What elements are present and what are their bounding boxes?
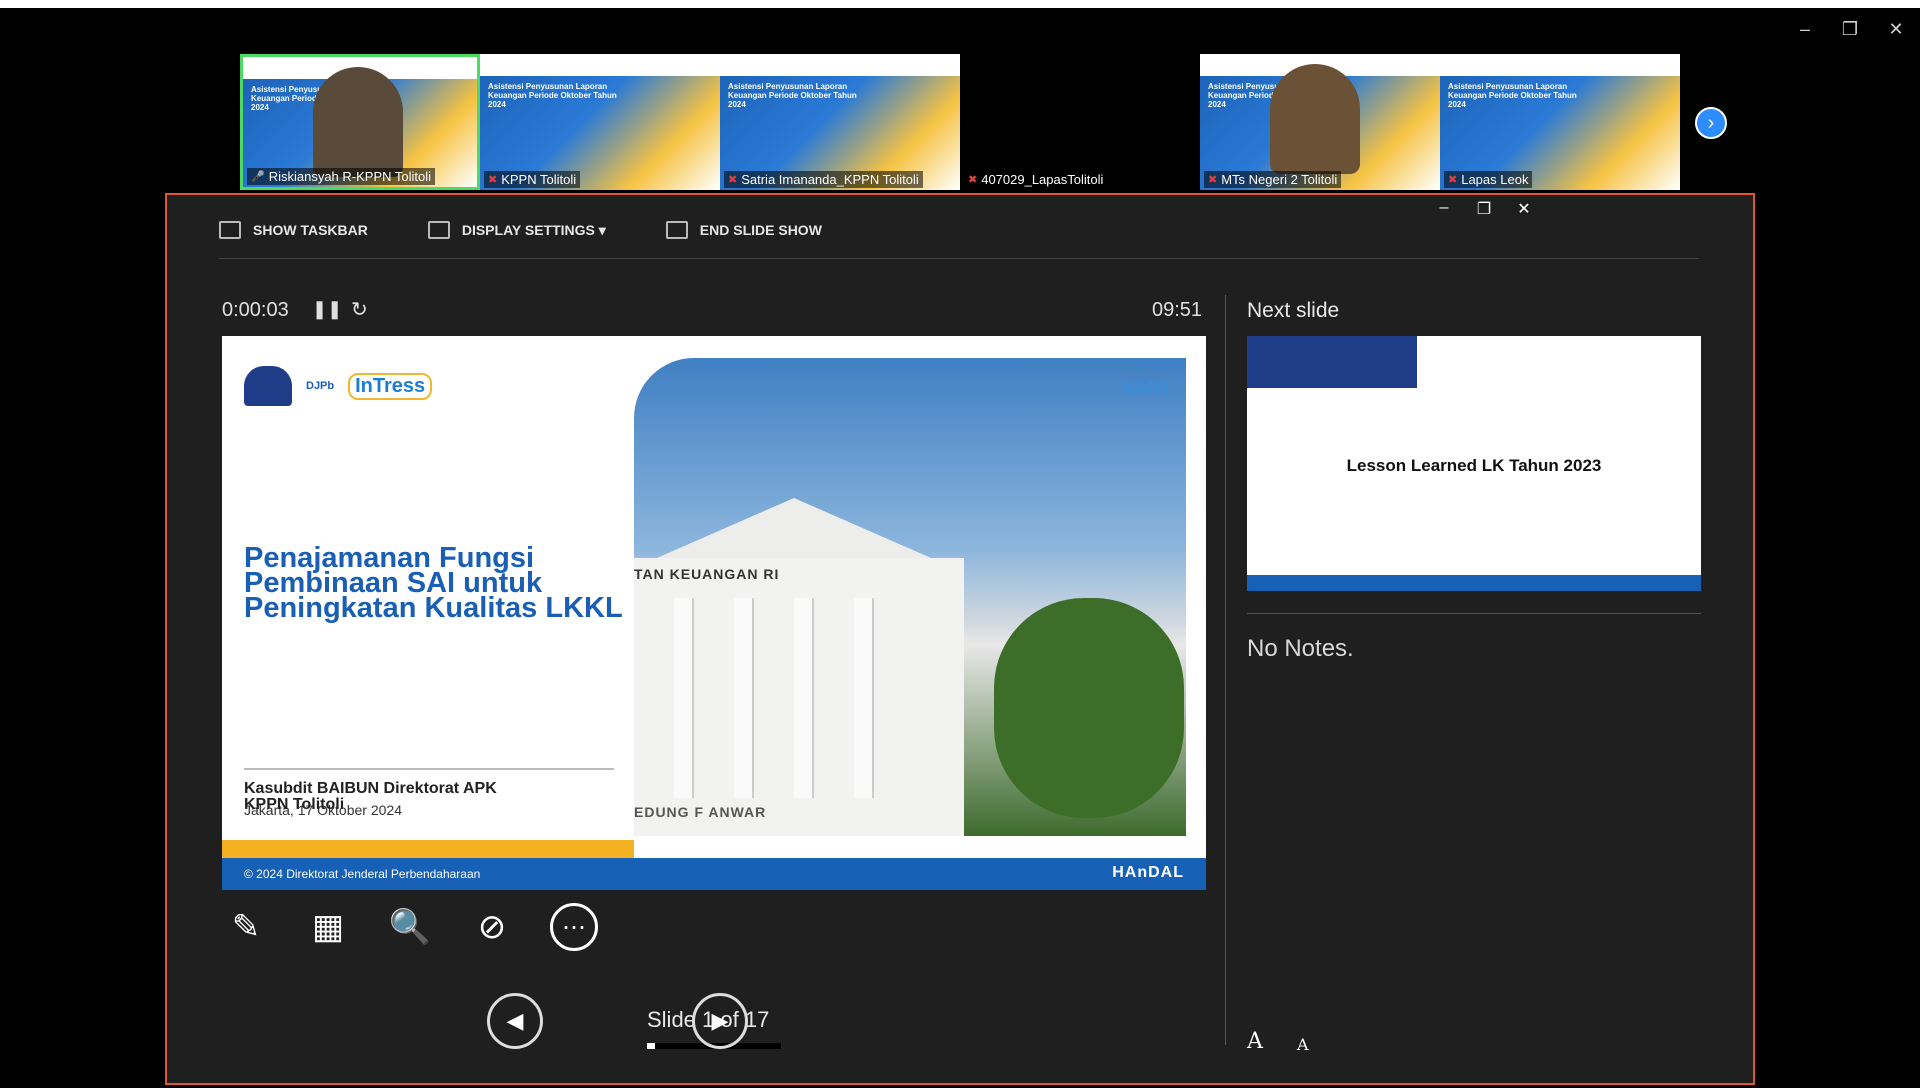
participant-video: [1270, 64, 1360, 174]
participant-video: [313, 67, 403, 177]
slide-title: Penajamanan Fungsi Pembinaan SAI untuk P…: [244, 542, 623, 624]
reset-timer-icon[interactable]: ↻: [351, 297, 368, 322]
mic-off-icon: ✖: [968, 174, 978, 186]
slide-subtitle: KPPN Tolitoli: [244, 796, 345, 813]
kemenkeu-logo: [244, 366, 292, 406]
increase-font-icon[interactable]: A: [1247, 1029, 1263, 1054]
close-icon[interactable]: ✕: [1509, 199, 1539, 219]
display-settings-button[interactable]: DISPLAY SETTINGS ▾: [427, 221, 606, 239]
mic-off-icon: 🎤: [251, 171, 265, 183]
presenter-view: – ❐ ✕ SHOW TASKBAR DISPLAY SETTINGS ▾ EN…: [165, 193, 1755, 1085]
participant-tile[interactable]: Asistensi Penyusunan Laporan Keuangan Pe…: [240, 54, 480, 190]
handal-logo: HAnDAL: [1112, 864, 1184, 881]
participant-name: ✖ KPPN Tolitoli: [484, 171, 581, 188]
next-slide-header: [1247, 336, 1417, 388]
building-column: [674, 598, 692, 798]
building-column: [794, 598, 812, 798]
footer-copyright: © 2024 Direktorat Jenderal Perbendaharaa…: [244, 867, 481, 881]
toolbar-divider: [219, 258, 1699, 259]
building-column: [854, 598, 872, 798]
djpb-logo: DJPb: [306, 380, 335, 392]
participant-name: ✖ Satria Imananda_KPPN Tolitoli: [724, 171, 923, 188]
more-options-icon[interactable]: ⋯: [550, 903, 598, 951]
participant-name: ✖ 407029_LapasTolitoli: [964, 171, 1108, 188]
tile-banner-title: Asistensi Penyusunan Laporan Keuangan Pe…: [728, 82, 857, 109]
tile-logo-header: [1440, 54, 1680, 76]
decrease-font-icon[interactable]: A: [1297, 1035, 1309, 1054]
participant-tile[interactable]: Asistensi Penyusunan Laporan Keuangan Pe…: [1200, 54, 1440, 190]
tree: [994, 598, 1184, 818]
building-sign: TAN KEUANGAN RI: [634, 566, 780, 582]
chevron-left-icon: ◀: [506, 1008, 524, 1033]
minimize-icon[interactable]: –: [1785, 14, 1825, 44]
tile-banner-title: Asistensi Penyusunan Laporan Keuangan Pe…: [1448, 82, 1577, 109]
slide-accent-band: [222, 840, 634, 858]
next-slide-footer: [1247, 575, 1701, 591]
next-slide-label: Next slide: [1247, 299, 1340, 322]
next-slide-button[interactable]: ▶: [692, 993, 748, 1049]
mic-off-icon: ✖: [488, 174, 498, 186]
participant-tile[interactable]: Asistensi Penyusunan Laporan Keuangan Pe…: [480, 54, 720, 190]
panel-divider: [1225, 295, 1226, 1045]
tile-banner-title: Asistensi Penyusunan Laporan Keuangan Pe…: [488, 82, 617, 109]
close-icon[interactable]: ✕: [1876, 14, 1916, 44]
slide-footer: © 2024 Direktorat Jenderal Perbendaharaa…: [222, 858, 1206, 890]
end-show-icon: [665, 221, 688, 239]
intress-logo: InTress: [348, 372, 433, 400]
tile-logo-header: [720, 54, 960, 76]
chevron-right-icon: ▶: [711, 1008, 729, 1033]
see-all-slides-icon[interactable]: ▦: [304, 903, 352, 951]
participant-name: ✖ MTs Negeri 2 Tolitoli: [1204, 171, 1342, 188]
mic-off-icon: ✖: [1208, 174, 1218, 186]
title-strip: [0, 0, 1920, 8]
participant-tile[interactable]: Asistensi Penyusunan Laporan Keuangan Pe…: [1440, 54, 1680, 190]
pen-icon[interactable]: ✎: [222, 903, 270, 951]
slide-progress-fill: [647, 1043, 655, 1049]
tile-logo-header: [480, 54, 720, 76]
participant-tile[interactable]: ✖ 407029_LapasTolitoli: [960, 54, 1200, 190]
presenter-toolbar: SHOW TASKBAR DISPLAY SETTINGS ▾ END SLID…: [219, 221, 822, 239]
building-photo: TAN KEUANGAN RI EDUNG F ANWAR satu: [634, 358, 1186, 836]
participant-name: ✖ Lapas Leok: [1444, 171, 1533, 188]
taskbar-icon: [219, 221, 241, 239]
pause-icon[interactable]: ❚❚: [312, 299, 342, 320]
minimize-icon[interactable]: –: [1429, 199, 1459, 217]
black-screen-icon[interactable]: ⊘: [468, 903, 516, 951]
presenter-tools: ✎ ▦ 🔍 ⊘ ⋯: [222, 903, 598, 951]
building-column: [734, 598, 752, 798]
end-slide-show-button[interactable]: END SLIDE SHOW: [665, 221, 822, 239]
display-settings-icon: [427, 221, 450, 239]
zoom-icon[interactable]: 🔍: [386, 903, 434, 951]
next-slide-preview[interactable]: Lesson Learned LK Tahun 2023: [1247, 336, 1701, 591]
participant-tile[interactable]: Asistensi Penyusunan Laporan Keuangan Pe…: [720, 54, 960, 190]
mic-off-icon: ✖: [728, 174, 738, 186]
satu-logo: satu: [1122, 374, 1168, 399]
mic-off-icon: ✖: [1448, 174, 1458, 186]
participant-gallery: Asistensi Penyusunan Laporan Keuangan Pe…: [240, 54, 1680, 190]
current-time: 09:51: [1152, 299, 1203, 321]
previous-slide-button[interactable]: ◀: [487, 993, 543, 1049]
notes-divider: [1247, 613, 1701, 614]
elapsed-timer: 0:00:03: [222, 299, 289, 321]
chevron-right-icon[interactable]: ›: [1695, 107, 1727, 139]
building-sign: EDUNG F ANWAR: [634, 804, 767, 820]
current-slide[interactable]: DJPb InTress Penajamanan Fungsi Pembinaa…: [222, 336, 1206, 890]
restore-icon[interactable]: ❐: [1830, 14, 1870, 44]
speaker-notes: No Notes.: [1247, 635, 1354, 662]
participant-name: 🎤 Riskiansyah R-KPPN Tolitoli: [247, 168, 436, 185]
restore-icon[interactable]: ❐: [1469, 199, 1499, 219]
show-taskbar-button[interactable]: SHOW TASKBAR: [219, 221, 368, 239]
slide-logos: DJPb InTress: [244, 366, 433, 406]
slide-divider: [244, 768, 614, 770]
next-slide-title: Lesson Learned LK Tahun 2023: [1346, 456, 1602, 475]
